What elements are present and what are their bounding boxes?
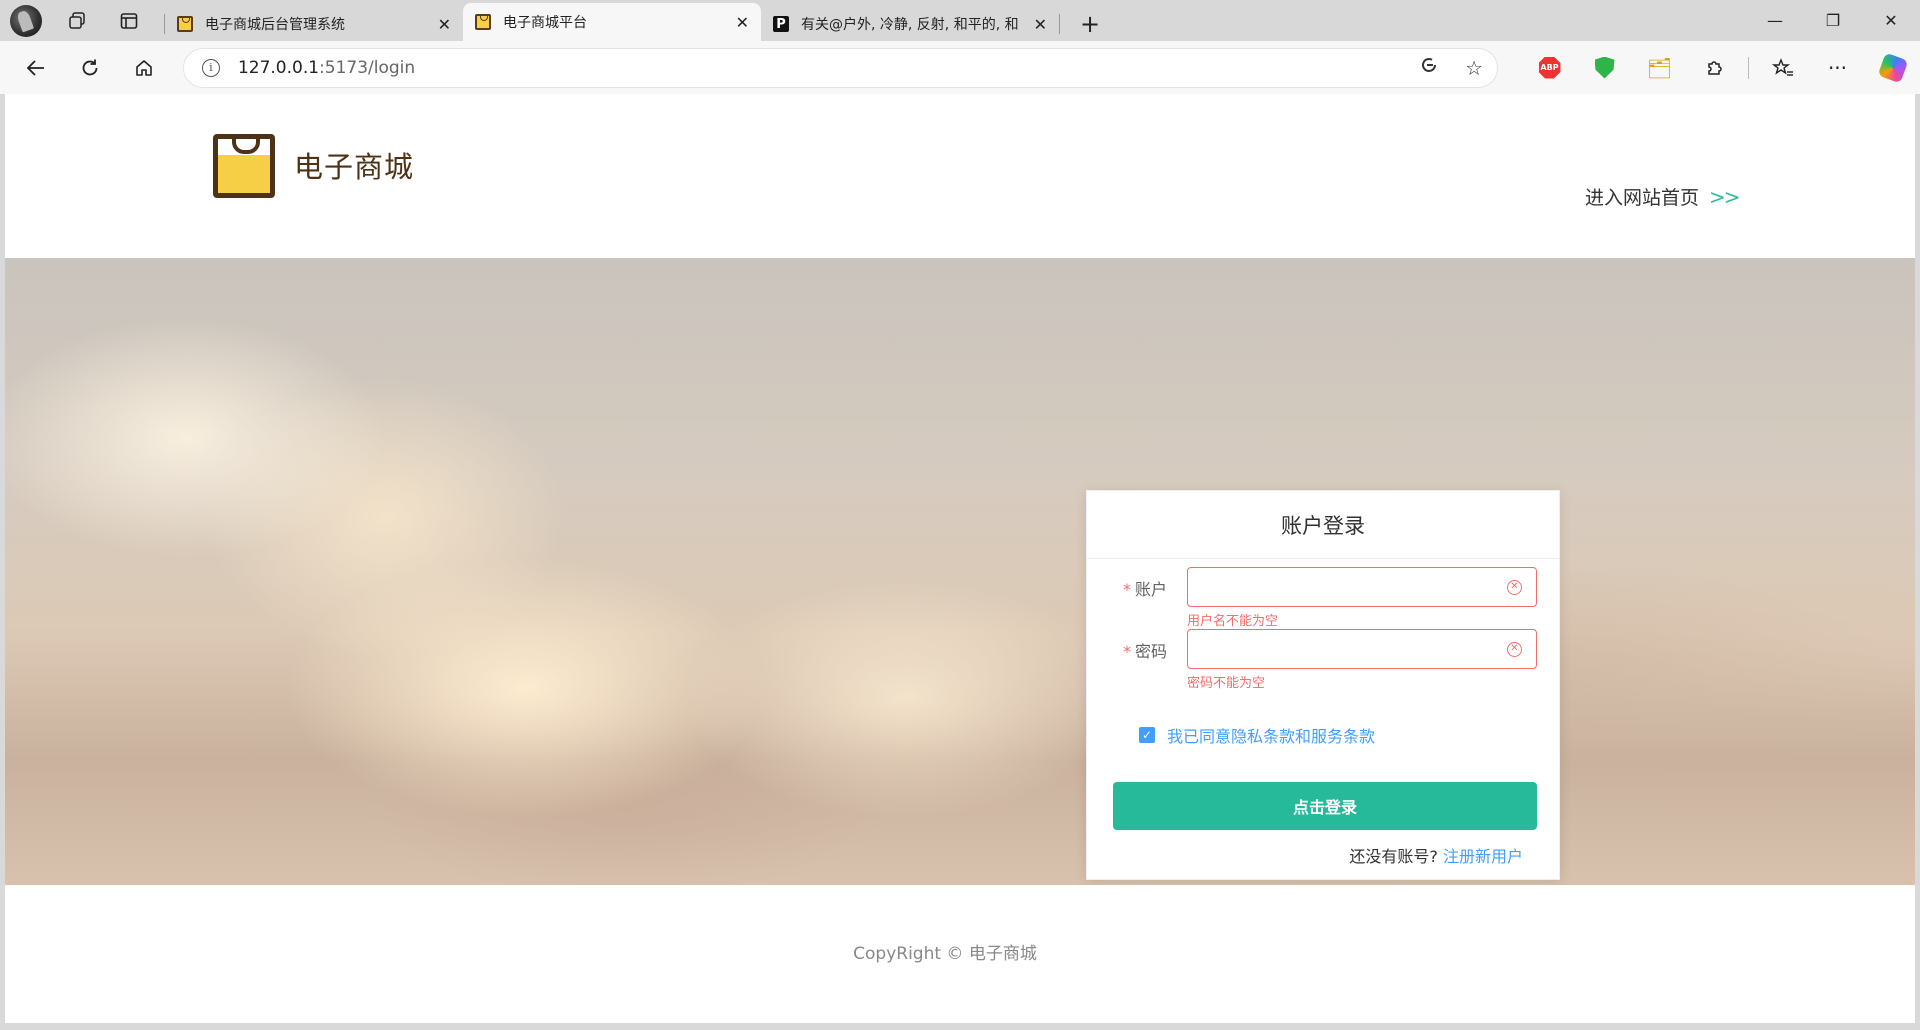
extensions-puzzle-icon[interactable] bbox=[1687, 48, 1742, 88]
site-footer: CopyRight © 电子商城 bbox=[5, 885, 1915, 1023]
close-icon[interactable]: ✕ bbox=[736, 13, 749, 32]
hero-background: 账户登录 * 账户 ✕ 用户名不能为空 * 密码 ✕ 密码不能为空 ✓ 我已同意隐私… bbox=[5, 258, 1915, 885]
tab-title: 电子商城后台管理系统 bbox=[205, 17, 345, 33]
account-label-text: 账户 bbox=[1135, 580, 1168, 599]
account-input[interactable] bbox=[1188, 568, 1488, 606]
address-bar[interactable]: i 127.0.0.1:5173/login ☆ bbox=[182, 47, 1498, 88]
extension-folder-icon[interactable]: 🗂 bbox=[1632, 48, 1687, 88]
browser-toolbar: i 127.0.0.1:5173/login ☆ ABP 🗂 ··· bbox=[0, 41, 1920, 94]
p-icon: P bbox=[773, 16, 789, 32]
register-link[interactable]: 注册新用户 bbox=[1443, 847, 1523, 866]
close-icon[interactable]: ✕ bbox=[1034, 15, 1047, 34]
site-name: 电子商城 bbox=[294, 150, 415, 184]
site-header: 电子商城 进入网站首页 >> bbox=[5, 94, 1915, 258]
copilot-icon[interactable] bbox=[1865, 48, 1920, 88]
agreement-label[interactable]: 我已同意隐私条款和服务条款 bbox=[1167, 723, 1375, 747]
required-mark: * bbox=[1123, 580, 1131, 599]
vertical-tabs-icon[interactable] bbox=[112, 4, 146, 38]
agreement-checkbox-row[interactable]: ✓ 我已同意隐私条款和服务条款 bbox=[1139, 723, 1375, 747]
tab-admin[interactable]: 电子商城后台管理系统 ✕ bbox=[165, 7, 463, 41]
account-error: 用户名不能为空 bbox=[1187, 614, 1279, 629]
shield-extension-icon[interactable] bbox=[1577, 48, 1632, 88]
login-title: 账户登录 bbox=[1087, 491, 1559, 559]
restore-icon[interactable]: ❐ bbox=[1804, 0, 1862, 41]
home-icon[interactable] bbox=[127, 50, 162, 86]
double-chevron-right-icon: >> bbox=[1709, 184, 1740, 209]
login-button[interactable]: 点击登录 bbox=[1113, 782, 1537, 830]
more-options-icon[interactable]: ··· bbox=[1810, 48, 1865, 88]
home-link-label: 进入网站首页 bbox=[1585, 187, 1700, 209]
tab-shop[interactable]: 电子商城平台 ✕ bbox=[463, 3, 761, 41]
info-icon[interactable]: i bbox=[201, 58, 220, 77]
account-field[interactable]: ✕ bbox=[1187, 567, 1537, 607]
new-tab-button[interactable]: + bbox=[1070, 7, 1110, 41]
url-host: 127.0.0.1 bbox=[237, 57, 320, 78]
page-viewport: 电子商城 进入网站首页 >> 账户登录 * 账户 ✕ 用户名不能为空 * 密码 ✕ … bbox=[5, 94, 1915, 1023]
account-label: * 账户 bbox=[1123, 576, 1167, 600]
bag-icon bbox=[475, 14, 491, 30]
password-error: 密码不能为空 bbox=[1187, 676, 1266, 691]
no-account-text: 还没有账号? bbox=[1349, 847, 1438, 866]
password-label-text: 密码 bbox=[1135, 642, 1168, 661]
toolbar-separator bbox=[1748, 56, 1749, 79]
tab-separator bbox=[1059, 14, 1060, 34]
profile-avatar[interactable] bbox=[10, 4, 42, 37]
read-aloud-icon[interactable] bbox=[1419, 55, 1439, 80]
register-prompt: 还没有账号? 注册新用户 bbox=[1349, 843, 1523, 867]
tab-photo[interactable]: P 有关@户外, 冷静, 反射, 和平的, 和 ✕ bbox=[761, 7, 1059, 41]
url-path: :5173/login bbox=[319, 57, 416, 78]
copyright-text: CopyRight © 电子商城 bbox=[853, 944, 1037, 964]
adblock-label: ABP bbox=[1538, 56, 1561, 79]
clear-circle-icon[interactable]: ✕ bbox=[1507, 580, 1522, 595]
workspaces-icon[interactable] bbox=[60, 4, 94, 38]
favorite-star-icon[interactable]: ☆ bbox=[1465, 56, 1483, 80]
login-card: 账户登录 * 账户 ✕ 用户名不能为空 * 密码 ✕ 密码不能为空 ✓ 我已同意隐私… bbox=[1086, 490, 1560, 880]
favorites-icon[interactable] bbox=[1755, 48, 1810, 88]
close-icon[interactable]: ✕ bbox=[438, 15, 451, 34]
refresh-icon[interactable] bbox=[72, 50, 107, 86]
tab-title: 电子商城平台 bbox=[503, 15, 587, 31]
close-window-icon[interactable]: ✕ bbox=[1862, 0, 1920, 41]
bag-icon bbox=[177, 16, 193, 32]
adblock-icon[interactable]: ABP bbox=[1522, 48, 1577, 88]
checkbox-checked-icon[interactable]: ✓ bbox=[1139, 727, 1155, 743]
password-field[interactable]: ✕ bbox=[1187, 629, 1537, 669]
required-mark: * bbox=[1123, 642, 1131, 661]
back-icon[interactable] bbox=[18, 50, 53, 86]
password-label: * 密码 bbox=[1123, 638, 1167, 662]
tab-title: 有关@户外, 冷静, 反射, 和平的, 和 bbox=[801, 17, 1019, 33]
shopping-bag-logo-icon[interactable] bbox=[213, 134, 275, 198]
url-text[interactable]: 127.0.0.1:5173/login bbox=[238, 58, 1419, 78]
minimize-icon[interactable]: — bbox=[1746, 0, 1804, 41]
browser-tab-bar: 电子商城后台管理系统 ✕ 电子商城平台 ✕ P 有关@户外, 冷静, 反射, 和… bbox=[0, 0, 1920, 41]
clear-circle-icon[interactable]: ✕ bbox=[1507, 642, 1522, 657]
home-page-link[interactable]: 进入网站首页 >> bbox=[1585, 183, 1740, 210]
password-input[interactable] bbox=[1188, 630, 1488, 668]
